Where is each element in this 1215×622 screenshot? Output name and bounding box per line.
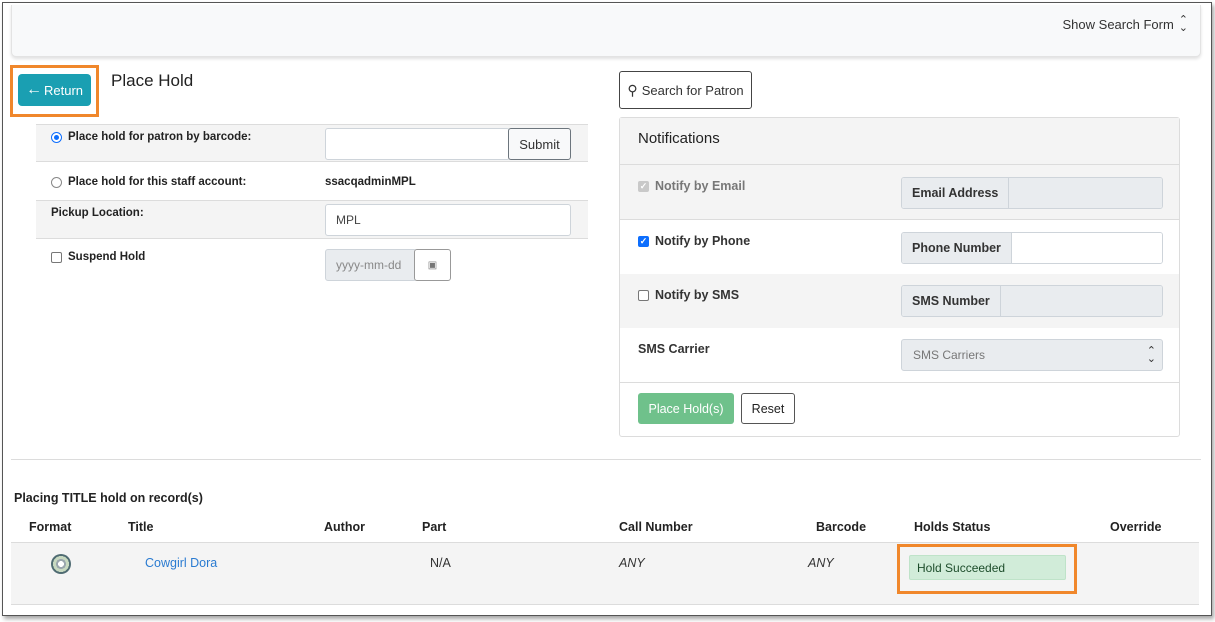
notify-sms-option: Notify by SMS (638, 288, 739, 302)
notify-sms-label: Notify by SMS (655, 288, 740, 302)
notify-phone-label: Notify by Phone (655, 234, 751, 248)
email-address-addon: Email Address (902, 178, 1010, 208)
pickup-location-row: Pickup Location: MPL (36, 200, 588, 239)
column-header-call-number: Call Number (619, 520, 693, 534)
record-barcode: ANY (808, 556, 834, 570)
suspend-hold-checkbox[interactable] (51, 251, 62, 263)
sms-carrier-row: SMS Carrier SMS Carriers ⌃ ⌄ (620, 328, 1179, 383)
suspend-date-input[interactable]: yyyy-mm-dd (325, 249, 417, 281)
patron-barcode-row: Place hold for patron by barcode: Submit (36, 124, 588, 161)
notify-email-row: ✓ Notify by Email Email Address (620, 165, 1179, 220)
pickup-location-input[interactable]: MPL (325, 204, 571, 236)
chevron-up-down-icon: ⌃ ⌄ (1178, 14, 1188, 34)
notify-phone-row: ✓ Notify by Phone Phone Number (620, 220, 1179, 275)
phone-number-addon: Phone Number (902, 233, 1012, 263)
page-title: Place Hold (111, 71, 194, 90)
column-header-override: Override (1110, 520, 1162, 534)
suspend-hold-row: Suspend Hold yyyy-mm-dd ▣ (36, 238, 588, 286)
submit-button[interactable]: Submit (508, 128, 571, 160)
patron-barcode-input[interactable] (325, 128, 510, 160)
show-search-form-label: Show Search Form (1062, 16, 1174, 32)
notify-sms-checkbox[interactable] (638, 289, 649, 301)
notify-phone-checkbox[interactable]: ✓ (638, 235, 649, 247)
pickup-location-label: Pickup Location: (51, 207, 144, 219)
return-highlight: ← Return (10, 65, 99, 117)
notify-email-option: ✓ Notify by Email (638, 179, 745, 193)
sms-number-addon: SMS Number (902, 286, 1001, 316)
sms-number-input[interactable] (1000, 286, 1162, 316)
arrow-left-icon: ← (25, 81, 42, 98)
staff-account-option: Place hold for this staff account: (51, 176, 246, 188)
dvd-format-icon (51, 554, 71, 574)
notifications-panel: Notifications ✓ Notify by Email Email Ad… (619, 117, 1180, 437)
phone-number-group: Phone Number (901, 232, 1163, 264)
column-header-title: Title (128, 520, 154, 534)
sms-number-group: SMS Number (901, 285, 1163, 317)
column-header-barcode: Barcode (816, 520, 867, 534)
email-address-group: Email Address (901, 177, 1163, 209)
records-title: Placing TITLE hold on record(s) (14, 491, 203, 505)
email-address-input[interactable] (1009, 178, 1162, 208)
app-frame: Show Search Form ⌃ ⌄ ← Return Place Hold … (2, 2, 1212, 616)
chevron-up-down-icon: ⌃ ⌄ (1146, 345, 1156, 365)
show-search-form-toggle[interactable]: Show Search Form ⌃ ⌄ (1062, 14, 1188, 34)
notify-sms-row: Notify by SMS SMS Number (620, 274, 1179, 329)
search-for-patron-label: Search for Patron (641, 82, 744, 98)
staff-account-row: Place hold for this staff account: ssacq… (36, 161, 588, 201)
staff-account-label: Place hold for this staff account: (68, 176, 247, 188)
holds-status-badge: Hold Succeeded (909, 555, 1066, 580)
search-icon: ⚲ (627, 81, 638, 98)
return-label: Return (43, 82, 84, 98)
column-header-part: Part (422, 520, 447, 534)
notify-email-checkbox[interactable]: ✓ (638, 180, 649, 192)
column-header-author: Author (324, 520, 365, 534)
notify-email-label: Notify by Email (655, 179, 746, 193)
patron-barcode-label: Place hold for patron by barcode: (68, 131, 252, 143)
sms-carrier-select[interactable]: SMS Carriers ⌃ ⌄ (901, 339, 1163, 371)
reset-button[interactable]: Reset (741, 393, 795, 424)
section-divider (11, 459, 1201, 460)
sms-carrier-label: SMS Carrier (638, 342, 710, 356)
staff-account-radio[interactable] (51, 176, 62, 188)
calendar-icon[interactable]: ▣ (414, 249, 451, 281)
return-button[interactable]: ← Return (18, 74, 91, 106)
record-call-number: ANY (619, 556, 645, 570)
patron-barcode-option: Place hold for patron by barcode: (51, 131, 251, 143)
column-header-holds-status: Holds Status (914, 520, 991, 534)
record-part: N/A (430, 556, 451, 570)
search-for-patron-button[interactable]: ⚲ Search for Patron (619, 71, 752, 109)
holds-status-highlight: Hold Succeeded (897, 544, 1077, 594)
patron-barcode-radio[interactable] (51, 131, 62, 143)
suspend-hold-label: Suspend Hold (68, 251, 146, 263)
top-bar: Show Search Form ⌃ ⌄ (11, 5, 1201, 57)
sms-carrier-value: SMS Carriers (913, 348, 986, 362)
suspend-hold-option: Suspend Hold (51, 251, 145, 263)
notifications-title: Notifications (620, 118, 1179, 165)
column-header-format: Format (29, 520, 72, 534)
phone-number-input[interactable] (1011, 233, 1162, 263)
staff-account-value: ssacqadminMPL (325, 176, 416, 188)
record-title-link[interactable]: Cowgirl Dora (145, 556, 217, 570)
notify-phone-option: ✓ Notify by Phone (638, 234, 750, 248)
place-holds-button[interactable]: Place Hold(s) (638, 393, 734, 424)
